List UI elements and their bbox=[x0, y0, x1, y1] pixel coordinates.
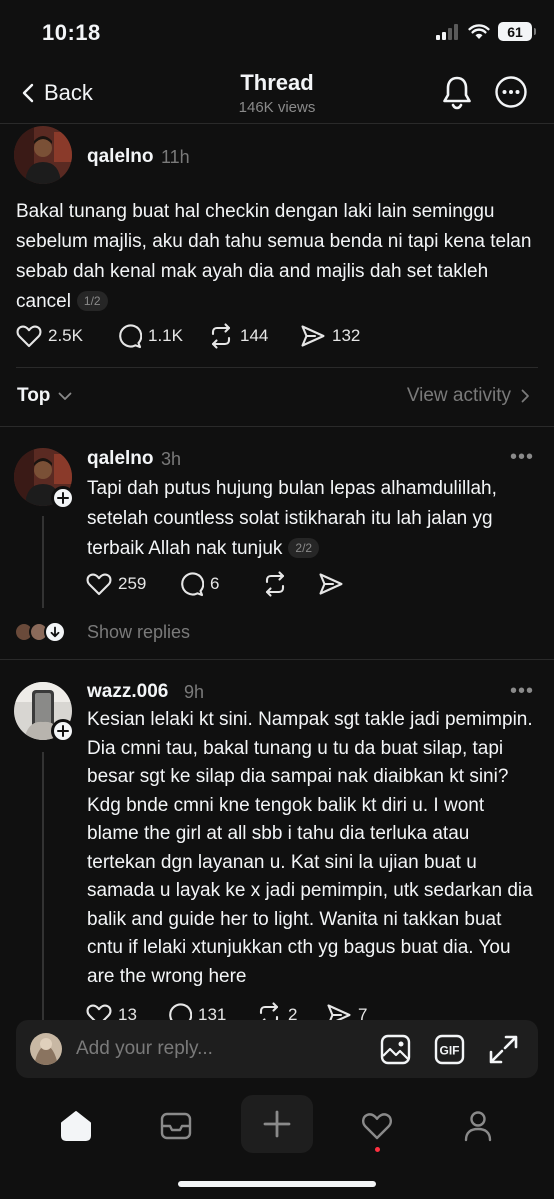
nav-header: Back Thread 146K views bbox=[0, 62, 554, 124]
heart-icon bbox=[362, 1113, 392, 1140]
comment-icon bbox=[181, 572, 204, 597]
comment-button[interactable]: 1.1K bbox=[116, 323, 208, 349]
plus-icon bbox=[57, 492, 69, 504]
share-count: 132 bbox=[332, 326, 361, 345]
send-icon bbox=[319, 573, 343, 595]
status-bar: 10:18 61 bbox=[0, 0, 554, 62]
like-button[interactable]: 2.5K bbox=[16, 324, 116, 348]
reply-more-button[interactable]: ••• bbox=[510, 680, 534, 703]
tab-activity[interactable] bbox=[341, 1098, 413, 1154]
more-options-button[interactable] bbox=[494, 75, 528, 109]
like-count: 2.5K bbox=[48, 326, 83, 345]
reply-text: Tapi dah putus hujung bulan lepas alhamd… bbox=[87, 474, 527, 564]
view-activity-label: View activity bbox=[406, 385, 511, 406]
reply-more-button[interactable]: ••• bbox=[510, 446, 534, 469]
thread-line bbox=[42, 516, 44, 608]
home-icon bbox=[61, 1111, 91, 1141]
inbox-icon bbox=[160, 1112, 192, 1140]
show-replies-button[interactable]: Show replies bbox=[87, 622, 190, 643]
home-indicator bbox=[178, 1181, 376, 1187]
status-time: 10:18 bbox=[42, 20, 101, 45]
like-button[interactable]: 259 bbox=[86, 572, 178, 596]
avatar[interactable] bbox=[14, 126, 72, 184]
repost-icon bbox=[265, 571, 285, 597]
gif-button[interactable]: GIF bbox=[434, 1034, 465, 1065]
post-time: 11h bbox=[161, 147, 190, 167]
page-badge: 1/2 bbox=[76, 291, 108, 311]
image-icon bbox=[380, 1034, 411, 1065]
follow-button[interactable] bbox=[51, 486, 75, 510]
bell-icon bbox=[443, 76, 471, 110]
divider bbox=[0, 426, 554, 427]
chevron-down-icon bbox=[59, 392, 72, 400]
reply-text: Kesian lelaki kt sini. Nampak sgt takle … bbox=[87, 709, 533, 987]
repost-button[interactable] bbox=[262, 571, 318, 597]
expand-icon bbox=[489, 1035, 518, 1064]
share-button[interactable] bbox=[318, 572, 358, 596]
svg-text:GIF: GIF bbox=[440, 1044, 460, 1058]
post-username[interactable]: qalelno bbox=[87, 146, 154, 168]
expand-button[interactable] bbox=[488, 1034, 519, 1065]
page-badge: 2/2 bbox=[288, 538, 320, 558]
share-button[interactable]: 132 bbox=[300, 324, 380, 348]
follow-button[interactable] bbox=[51, 719, 75, 743]
reply-avatars[interactable] bbox=[14, 621, 66, 643]
reply-username[interactable]: qalelno bbox=[87, 448, 154, 470]
tab-inbox[interactable] bbox=[140, 1098, 212, 1154]
gif-icon: GIF bbox=[434, 1034, 465, 1065]
status-icons: 61 bbox=[436, 22, 536, 41]
battery-icon: 61 bbox=[498, 22, 536, 41]
heart-icon bbox=[86, 573, 112, 596]
tab-profile[interactable] bbox=[442, 1098, 514, 1154]
chevron-right-icon bbox=[521, 389, 529, 403]
cellular-signal-icon bbox=[436, 23, 458, 40]
post-actions: 2.5K 1.1K 144 132 bbox=[16, 323, 380, 349]
image-button[interactable] bbox=[380, 1034, 411, 1065]
repost-count: 144 bbox=[240, 326, 269, 345]
comment-count: 1.1K bbox=[148, 326, 183, 345]
reply-time: 9h bbox=[184, 682, 205, 702]
reply-composer: GIF bbox=[16, 1020, 538, 1078]
plus-icon bbox=[57, 725, 69, 737]
arrow-down-icon bbox=[44, 621, 66, 643]
reply-time: 3h bbox=[161, 449, 182, 469]
comment-button[interactable]: 6 bbox=[178, 571, 262, 597]
comment-icon bbox=[119, 324, 142, 349]
comment-count: 6 bbox=[210, 574, 220, 593]
sort-label: Top bbox=[17, 385, 51, 406]
profile-icon bbox=[464, 1111, 492, 1142]
thread-line bbox=[42, 752, 44, 1020]
heart-icon bbox=[16, 325, 42, 348]
repost-icon bbox=[211, 323, 231, 349]
like-count: 259 bbox=[118, 574, 147, 593]
sort-dropdown[interactable]: Top bbox=[17, 385, 72, 407]
notification-dot bbox=[375, 1147, 380, 1152]
view-activity-link[interactable]: View activity bbox=[407, 385, 530, 407]
repost-button[interactable]: 144 bbox=[208, 323, 300, 349]
divider bbox=[0, 659, 554, 660]
send-icon bbox=[301, 325, 325, 347]
notifications-button[interactable] bbox=[440, 74, 474, 110]
wifi-icon bbox=[468, 23, 490, 39]
tab-create[interactable] bbox=[241, 1095, 313, 1153]
reply-actions: 259 6 bbox=[86, 571, 358, 597]
tab-home[interactable] bbox=[40, 1098, 112, 1154]
sort-row: Top View activity bbox=[0, 368, 554, 426]
plus-icon bbox=[263, 1110, 291, 1138]
avatar bbox=[30, 1033, 62, 1065]
reply-input[interactable] bbox=[76, 1030, 356, 1068]
post-text: Bakal tunang buat hal checkin dengan lak… bbox=[16, 197, 538, 317]
reply-username[interactable]: wazz.006 bbox=[87, 681, 168, 703]
more-circle-icon bbox=[495, 76, 527, 108]
